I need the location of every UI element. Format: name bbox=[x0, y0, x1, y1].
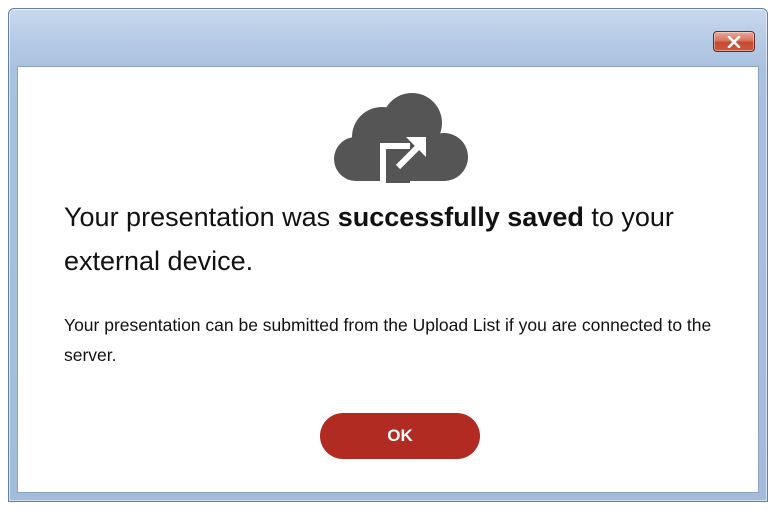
close-button[interactable] bbox=[713, 31, 755, 52]
dialog-content: Your presentation was successfully saved… bbox=[17, 66, 759, 493]
title-bar[interactable] bbox=[9, 9, 767, 66]
dialog-message: Your presentation can be submitted from … bbox=[64, 315, 712, 365]
dialog-headline: Your presentation was successfully saved… bbox=[64, 195, 744, 283]
dialog-window: Your presentation was successfully saved… bbox=[8, 8, 768, 502]
headline-emphasis: successfully saved bbox=[337, 202, 584, 232]
cloud-upload-external-icon bbox=[334, 93, 468, 183]
headline-text: Your presentation was bbox=[64, 202, 338, 232]
ok-button[interactable]: OK bbox=[320, 413, 480, 459]
close-x-icon bbox=[727, 35, 741, 48]
